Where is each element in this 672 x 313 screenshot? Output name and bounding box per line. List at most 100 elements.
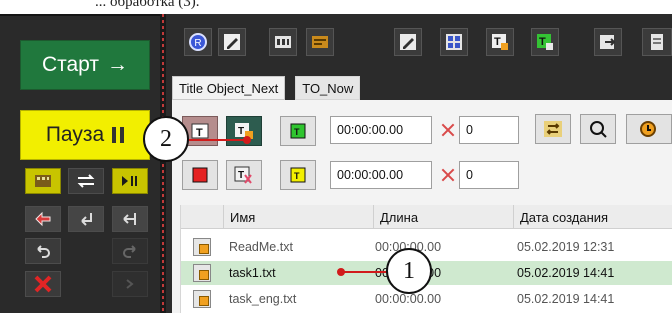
record-toolbar-button[interactable]: R	[184, 28, 212, 56]
tab-title-object-next[interactable]: Title Object_Next	[172, 76, 286, 100]
title-file-icon	[193, 264, 211, 282]
caption-strip: ... обработка (3).	[0, 0, 672, 14]
column-header-name[interactable]: Имя	[223, 205, 373, 229]
film-strip-icon	[35, 175, 51, 187]
callout-2: 2	[143, 116, 189, 162]
swap-arrows-icon	[77, 174, 95, 188]
yellow-title-button[interactable]: T	[280, 160, 316, 190]
file-date: 05.02.2019 12:31	[517, 240, 615, 254]
film-frames-icon	[275, 36, 291, 48]
search-icon	[590, 121, 607, 138]
skip-icon	[126, 279, 134, 289]
skip-button[interactable]	[112, 271, 148, 297]
title-remove-icon: T	[234, 166, 252, 184]
start-button[interactable]: Старт →	[20, 40, 150, 90]
column-header-date[interactable]: Дата создания	[513, 205, 672, 229]
file-name: task_eng.txt	[229, 292, 297, 306]
return-button[interactable]	[68, 206, 104, 232]
redo-button[interactable]	[112, 238, 148, 264]
red-stop-button[interactable]	[182, 160, 218, 190]
timeline-toolbar-button[interactable]	[306, 28, 334, 56]
pause-icon	[112, 127, 125, 143]
callout-2-dot	[243, 136, 251, 144]
timecode-field-1[interactable]: 00:00:00.00	[330, 116, 432, 144]
callout-1-dot	[337, 268, 345, 276]
column-header-icon	[181, 205, 223, 229]
document-icon	[651, 34, 663, 50]
svg-text:T: T	[494, 36, 501, 48]
file-date: 05.02.2019 14:41	[517, 292, 615, 306]
delete-button[interactable]	[25, 271, 61, 297]
film-toolbar-button[interactable]	[269, 28, 297, 56]
start-label: Старт	[41, 53, 100, 76]
swap-title-button[interactable]	[535, 114, 571, 144]
file-date: 05.02.2019 14:41	[517, 266, 615, 280]
arrow-to-bar-icon	[123, 213, 136, 225]
record-icon: R	[189, 33, 207, 51]
title-file-icon	[193, 290, 211, 308]
scissors-icon[interactable]	[441, 168, 455, 182]
title-green-toolbar-button[interactable]: T	[531, 28, 559, 56]
timeline-icon	[312, 36, 328, 48]
edit-pencil-icon	[224, 34, 240, 50]
file-name: task1.txt	[229, 266, 276, 280]
edit-object-toolbar-button[interactable]	[394, 28, 422, 56]
redo-icon	[123, 245, 136, 258]
swap-icon	[544, 121, 562, 137]
pause-button[interactable]: Пауза	[20, 110, 150, 160]
red-square-icon	[192, 167, 208, 183]
grid-icon	[446, 34, 462, 50]
pause-label: Пауза	[45, 123, 105, 146]
title-file-icon	[193, 238, 211, 256]
caption-fragment: ... обработка (3).	[95, 0, 200, 10]
timecode-field-2[interactable]: 00:00:00.00	[330, 161, 432, 189]
green-square-button[interactable]: T	[280, 116, 316, 146]
svg-text:T: T	[294, 127, 300, 137]
file-length: 00:00:00.00	[375, 292, 442, 306]
svg-text:R: R	[194, 38, 201, 49]
timer-button[interactable]	[626, 114, 672, 144]
left-control-panel: Старт → Пауза	[0, 14, 160, 313]
grid-toolbar-button[interactable]	[440, 28, 468, 56]
edit-toolbar-button[interactable]	[218, 28, 246, 56]
tab-to-now[interactable]: TO_Now	[295, 76, 361, 100]
svg-text:T: T	[539, 36, 546, 48]
title-remove-button[interactable]: T	[226, 160, 262, 190]
file-name: ReadMe.txt	[229, 240, 293, 254]
table-header: Имя Длина Дата создания	[181, 205, 672, 229]
title-white-icon: T	[191, 123, 209, 139]
title-object-icon: T	[492, 34, 508, 50]
scissors-icon[interactable]	[441, 123, 455, 137]
export-icon	[600, 35, 616, 49]
tab-bar: Title Object_Next TO_Now	[172, 76, 361, 100]
column-header-length[interactable]: Длина	[373, 205, 513, 229]
callout-1-pointer	[341, 271, 389, 273]
export-toolbar-button[interactable]	[594, 28, 622, 56]
count-field-2[interactable]: 0	[459, 161, 519, 189]
yellow-title-icon: T	[290, 167, 306, 183]
left-arrow-icon	[35, 211, 51, 227]
timer-search-icon	[640, 121, 656, 137]
return-icon	[81, 213, 92, 226]
search-button[interactable]	[580, 114, 616, 144]
green-square-icon: T	[290, 123, 306, 139]
svg-text:T: T	[196, 127, 203, 139]
svg-text:T: T	[238, 126, 244, 137]
undo-icon	[37, 245, 50, 258]
count-field-1[interactable]: 0	[459, 116, 519, 144]
title-toolbar-button[interactable]: T	[486, 28, 514, 56]
swap-button[interactable]	[68, 168, 104, 194]
play-next-button[interactable]	[112, 168, 148, 194]
svg-text:T: T	[238, 170, 244, 181]
red-arrow-button[interactable]	[25, 206, 61, 232]
undo-button[interactable]	[25, 238, 61, 264]
title-green-icon: T	[537, 34, 553, 50]
svg-text:T: T	[294, 171, 300, 181]
film-strip-button[interactable]	[25, 168, 61, 194]
document-toolbar-button[interactable]	[642, 28, 672, 56]
red-x-icon	[34, 275, 52, 293]
start-arrow-icon: →	[107, 53, 129, 76]
table-row[interactable]: task_eng.txt 00:00:00.00 05.02.2019 14:4…	[181, 287, 672, 311]
to-start-button[interactable]	[112, 206, 148, 232]
play-pause-icon	[122, 176, 137, 186]
